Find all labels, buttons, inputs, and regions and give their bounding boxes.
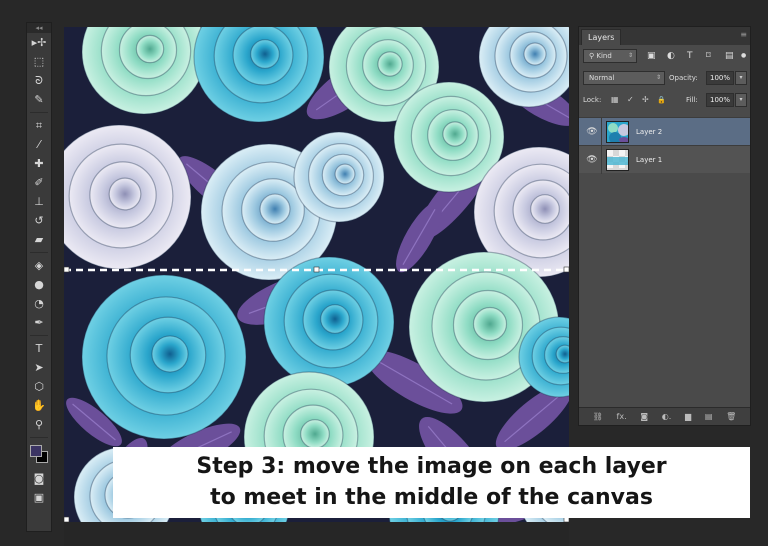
zoom-icon[interactable]: ⚲ xyxy=(27,415,51,434)
marquee-icon[interactable]: ⬚ xyxy=(27,52,51,71)
drop-icon[interactable]: ● xyxy=(27,275,51,294)
lasso-icon[interactable]: ᘐ xyxy=(27,71,51,90)
layer-thumbnail xyxy=(606,121,629,143)
new-layer-icon[interactable]: ▤ xyxy=(705,412,713,422)
tools-panel: ◂◂ ▸✢ ⬚ ᘐ ✎ ⌗ ⁄ ✚ ✐ ⊥ ↺ ▰ ◈ ● ◔ ✒ T ➤ ⬡ ✋ ⚲ ◙ ▣ xyxy=(26,22,52,532)
layer-name: Layer 2 xyxy=(636,128,663,136)
layer-name: Layer 1 xyxy=(636,156,663,164)
quick-selection-icon[interactable]: ✎ xyxy=(27,90,51,109)
dodge-icon[interactable]: ◔ xyxy=(27,294,51,313)
adjustment-icon[interactable]: ◐. xyxy=(662,412,672,422)
blend-opacity-row: Normal ⇕ Opacity: 100% ▾ xyxy=(579,67,750,89)
filter-toggle-icon[interactable]: ● xyxy=(741,50,746,62)
move-icon[interactable]: ▸✢ xyxy=(27,33,51,52)
panel-menu-icon[interactable]: ≡ xyxy=(740,30,747,39)
hand-icon[interactable]: ✋ xyxy=(27,396,51,415)
arrow-icon[interactable]: ➤ xyxy=(27,358,51,377)
lock-all-icon[interactable]: 🔒 xyxy=(657,95,666,105)
visibility-eye-icon[interactable]: 👁 xyxy=(585,125,599,139)
mask-icon[interactable]: ◙ xyxy=(640,412,648,422)
caption-line-2: to meet in the middle of the canvas xyxy=(210,485,653,510)
layer-row-layer-1[interactable]: 👁 Layer 1 xyxy=(579,145,750,174)
filter-kind-label: Kind xyxy=(596,52,612,60)
lock-label: Lock: xyxy=(583,96,602,104)
filter-kind-dropdown[interactable]: ⚲ Kind ⇕ xyxy=(583,49,637,63)
fill-input[interactable]: 100% xyxy=(706,93,734,107)
quick-mask-icon[interactable]: ◙ xyxy=(27,469,51,488)
color-swatches xyxy=(27,441,51,469)
blend-mode-dropdown[interactable]: Normal ⇕ xyxy=(583,71,665,85)
canvas-bottom-strip xyxy=(64,522,569,546)
lock-transparency-icon[interactable]: ▦ xyxy=(611,95,619,105)
opacity-input[interactable]: 100% xyxy=(706,71,734,85)
lock-pixels-icon[interactable]: ✓ xyxy=(627,95,634,105)
filter-smart-object-icon[interactable]: ▤ xyxy=(725,50,734,62)
layer-thumbnail xyxy=(606,149,629,171)
fill-label: Fill: xyxy=(686,96,698,104)
filter-pixel-icon[interactable]: ▣ xyxy=(647,50,656,62)
filter-shape-icon[interactable]: ⌑ xyxy=(706,50,711,62)
pen-icon[interactable]: ✒ xyxy=(27,313,51,332)
step-caption: Step 3: move the image on each layer to … xyxy=(113,447,750,518)
history-brush-icon[interactable]: ↺ xyxy=(27,211,51,230)
stamp-icon[interactable]: ⊥ xyxy=(27,192,51,211)
dropdown-arrow-icon: ⇕ xyxy=(627,52,633,59)
opacity-label: Opacity: xyxy=(669,74,698,82)
bandage-icon[interactable]: ✚ xyxy=(27,154,51,173)
layers-panel: Layers ≡ ⚲ Kind ⇕ ▣ ◐ T ⌑ ▤ ● Normal ⇕ O… xyxy=(578,26,751,426)
folder-icon[interactable]: ▆ xyxy=(685,412,691,422)
layers-panel-tabbar: Layers ≡ xyxy=(579,27,750,45)
layers-panel-bottom-bar: ⛓ fx. ◙ ◐. ▆ ▤ 🗑 xyxy=(579,407,750,425)
filter-type-icon[interactable]: T xyxy=(687,50,693,62)
brush-icon[interactable]: ✐ xyxy=(27,173,51,192)
trash-icon[interactable]: 🗑 xyxy=(726,412,736,422)
fx-icon[interactable]: fx. xyxy=(617,412,627,422)
type-icon[interactable]: T xyxy=(27,339,51,358)
fill-dropdown-arrow-icon[interactable]: ▾ xyxy=(735,93,747,107)
screen-mode-icon[interactable]: ▣ xyxy=(27,488,51,507)
eyedropper-icon[interactable]: ⁄ xyxy=(27,135,51,154)
tools-separator xyxy=(30,434,48,438)
tab-layers[interactable]: Layers xyxy=(581,29,622,45)
eraser-icon[interactable]: ▰ xyxy=(27,230,51,249)
tool-list: ▸✢ ⬚ ᘐ ✎ ⌗ ⁄ ✚ ✐ ⊥ ↺ ▰ ◈ ● ◔ ✒ T ➤ ⬡ ✋ ⚲ xyxy=(27,33,51,434)
crop-icon[interactable]: ⌗ xyxy=(27,116,51,135)
layer-filter-row: ⚲ Kind ⇕ ▣ ◐ T ⌑ ▤ ● xyxy=(579,45,750,67)
search-icon: ⚲ xyxy=(589,52,595,60)
layer-row-layer-2[interactable]: 👁 Layer 2 xyxy=(579,117,750,146)
link-icon[interactable]: ⛓ xyxy=(593,412,603,422)
tools-collapse-grip[interactable]: ◂◂ xyxy=(27,23,51,33)
dropdown-arrow-icon: ⇕ xyxy=(655,74,661,81)
lock-fill-row: Lock: ▦ ✓ ✢ 🔒 Fill: 100% ▾ xyxy=(579,89,750,111)
shape-icon[interactable]: ⬡ xyxy=(27,377,51,396)
blend-mode-value: Normal xyxy=(589,74,615,82)
foreground-color-swatch[interactable] xyxy=(30,445,42,457)
caption-line-1: Step 3: move the image on each layer xyxy=(196,454,667,479)
filter-adjustment-icon[interactable]: ◐ xyxy=(667,50,675,62)
visibility-eye-icon[interactable]: 👁 xyxy=(585,153,599,167)
lock-position-icon[interactable]: ✢ xyxy=(642,95,649,105)
opacity-dropdown-arrow-icon[interactable]: ▾ xyxy=(735,71,747,85)
bucket-icon[interactable]: ◈ xyxy=(27,256,51,275)
layer-list: 👁 Layer 2 👁 Layer 1 xyxy=(579,117,750,174)
